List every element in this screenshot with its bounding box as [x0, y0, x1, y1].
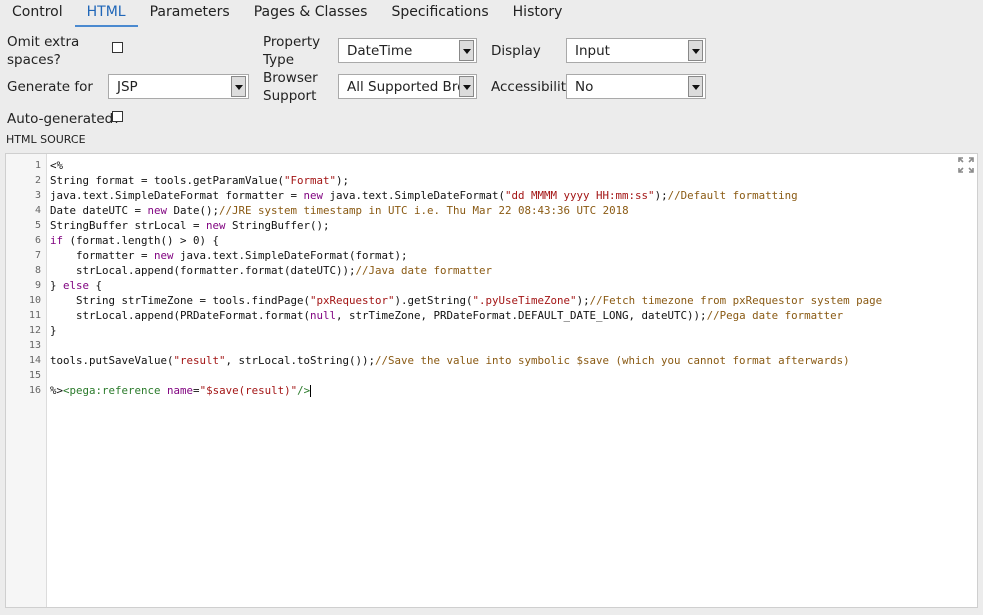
- line-number: 8: [34, 265, 41, 276]
- code-line-1: <%: [50, 159, 64, 172]
- line-number: 11: [28, 310, 41, 321]
- code-line-12: }: [50, 324, 57, 337]
- display-label: Display: [491, 43, 541, 59]
- line-number: 5: [34, 220, 41, 231]
- line-number: 10: [28, 295, 41, 306]
- code-line-2: String format = tools.getParamValue("For…: [50, 174, 350, 187]
- tab-parameters[interactable]: Parameters: [138, 0, 242, 27]
- display-select[interactable]: Input: [566, 38, 706, 63]
- omit-spaces-label-line1: Omit extra: [7, 34, 80, 50]
- tab-specifications[interactable]: Specifications: [379, 0, 500, 27]
- line-number: 6: [34, 235, 41, 246]
- browser-support-value: All Supported Brow: [347, 78, 459, 95]
- line-number: 16: [28, 385, 41, 396]
- code-line-3: java.text.SimpleDateFormat formatter = n…: [50, 189, 798, 202]
- code-editor[interactable]: 1 2 3 4 5 6 7 8 9 10 11 12 13 14 15 16 <…: [5, 153, 978, 608]
- code-line-6: if (format.length() > 0) {: [50, 234, 220, 247]
- generate-for-select[interactable]: JSP: [108, 74, 249, 99]
- code-line-7: formatter = new java.text.SimpleDateForm…: [50, 249, 408, 262]
- tab-history[interactable]: History: [501, 0, 575, 27]
- expand-icon[interactable]: [958, 157, 974, 173]
- line-number: 1: [34, 160, 41, 171]
- omit-spaces-checkbox[interactable]: [112, 42, 123, 53]
- line-number: 13: [28, 340, 41, 351]
- browser-support-label: Browser Support: [263, 69, 318, 105]
- accessibility-value: No: [575, 78, 594, 95]
- html-source-title: HTML SOURCE: [6, 133, 86, 146]
- code-line-11: strLocal.append(PRDateFormat.format(null…: [50, 309, 844, 322]
- code-line-10: String strTimeZone = tools.findPage("pxR…: [50, 294, 883, 307]
- line-number: 14: [28, 355, 41, 366]
- chevron-down-icon[interactable]: [688, 40, 703, 61]
- property-type-label: Property Type: [263, 33, 320, 69]
- chevron-down-icon[interactable]: [688, 76, 703, 97]
- chevron-down-icon[interactable]: [459, 76, 474, 97]
- line-number: 2: [34, 175, 41, 186]
- tab-html[interactable]: HTML: [74, 0, 138, 27]
- display-value: Input: [575, 42, 610, 59]
- tab-bar: Control HTML Parameters Pages & Classes …: [0, 0, 983, 27]
- omit-spaces-label-line2: spaces?: [7, 52, 61, 68]
- code-line-14: tools.putSaveValue("result", strLocal.to…: [50, 354, 850, 367]
- auto-generated-checkbox[interactable]: [112, 111, 123, 122]
- line-number: 3: [34, 190, 41, 201]
- property-type-value: DateTime: [347, 42, 413, 59]
- line-number: 7: [34, 250, 41, 261]
- code-line-5: StringBuffer strLocal = new StringBuffer…: [50, 219, 330, 232]
- chevron-down-icon[interactable]: [231, 76, 246, 97]
- generate-for-value: JSP: [117, 78, 138, 95]
- tab-pages-classes[interactable]: Pages & Classes: [242, 0, 380, 27]
- omit-spaces-label: Omit extra spaces?: [7, 33, 79, 69]
- browser-support-label-line2: Support: [263, 88, 317, 104]
- text-cursor: [310, 385, 312, 397]
- generate-for-label: Generate for: [7, 79, 93, 95]
- line-number: 15: [28, 370, 41, 381]
- browser-support-select[interactable]: All Supported Brow: [338, 74, 477, 99]
- line-number: 4: [34, 205, 41, 216]
- auto-generated-label: Auto-generated?: [7, 111, 121, 127]
- code-line-9: } else {: [50, 279, 103, 292]
- code-line-16: %><pega:reference name="$save(result)"/>: [50, 384, 312, 397]
- property-type-label-line2: Type: [263, 52, 295, 68]
- line-number: 12: [28, 325, 41, 336]
- property-type-select[interactable]: DateTime: [338, 38, 477, 63]
- property-type-label-line1: Property: [263, 34, 321, 50]
- line-number-gutter: 1 2 3 4 5 6 7 8 9 10 11 12 13 14 15 16: [6, 154, 47, 607]
- code-line-4: Date dateUTC = new Date();//JRE system t…: [50, 204, 629, 217]
- chevron-down-icon[interactable]: [459, 40, 474, 61]
- code-line-8: strLocal.append(formatter.format(dateUTC…: [50, 264, 493, 277]
- tab-control[interactable]: Control: [0, 0, 75, 27]
- line-number: 9: [34, 280, 41, 291]
- accessibility-label: Accessibility: [491, 79, 575, 95]
- accessibility-select[interactable]: No: [566, 74, 706, 99]
- browser-support-label-line1: Browser: [263, 70, 318, 86]
